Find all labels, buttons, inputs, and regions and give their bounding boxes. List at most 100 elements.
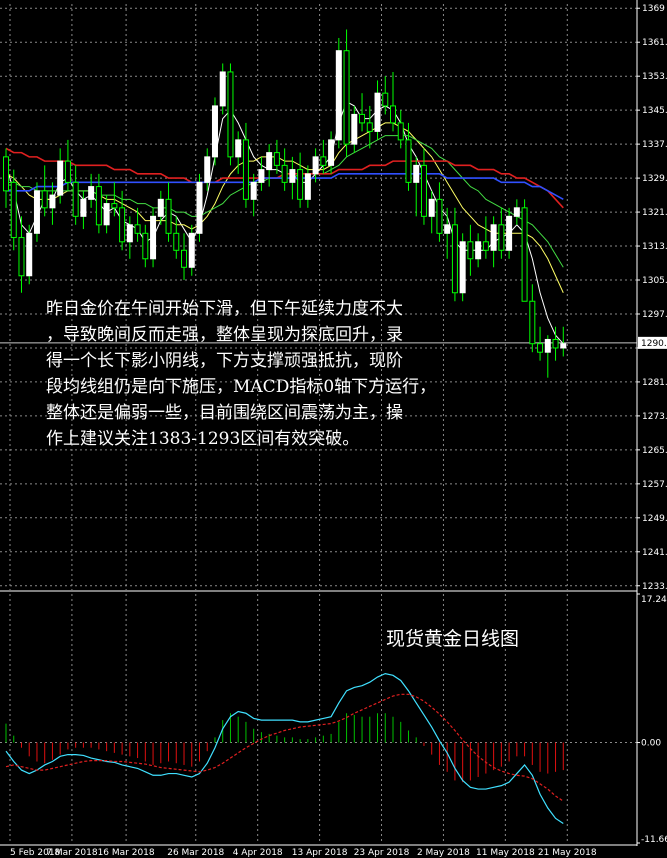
candle-body [64,160,71,183]
candle-body [157,198,164,217]
candle-body [436,198,443,234]
candle-body [165,198,172,234]
candle-body [467,241,474,260]
candle-body [289,169,296,183]
candle-body [250,181,257,200]
y-tick-label: 1369 [642,4,665,14]
candle-body [3,156,9,192]
comment-line: ，导致晚间反而走强，整体呈现为探底回升，录 [46,325,403,345]
x-tick-label: 21 May 2018 [538,848,597,858]
candle-body [382,92,389,107]
candle-body [513,207,520,217]
candle-body [490,224,497,251]
y-tick-label: 1305. [642,276,667,286]
candle-body [420,164,427,217]
candle-body [235,139,242,158]
candle-body [335,50,342,141]
y-tick-label: 1361. [642,38,667,48]
candle-body [498,224,505,251]
candle-body [242,139,249,200]
x-tick-label: 11 May 2018 [476,848,535,858]
candle-body [506,215,513,251]
candle-body [451,224,458,294]
y-tick-label: 1265. [642,446,667,456]
y-tick-label: 1297. [642,310,667,320]
macd-tick-label: 0.00 [641,739,661,749]
candle-body [103,203,110,226]
candle-body [10,181,17,239]
candle-body [304,173,311,200]
candle-body [49,194,56,209]
candle-body [459,241,466,294]
y-tick-label: 1273. [642,412,667,422]
comment-line: 整体还是偏弱一些，目前围绕区间震荡为主，操 [46,403,403,423]
candle-body [521,207,528,302]
candle-body [18,237,25,277]
candle-body [413,164,420,183]
candle-body [390,105,396,124]
candle-body [475,241,482,260]
candle-body [482,241,489,251]
candle-body [111,203,118,209]
candle-body [537,343,544,353]
candle-body [72,181,79,217]
candle-body [142,232,149,260]
macd-tick-label: 17.24 [641,595,667,605]
y-tick-label: 1345. [642,106,667,116]
candle-body [26,232,33,277]
candle-body [150,215,157,260]
candle-body [343,50,350,145]
macd-panel [0,672,637,825]
candle-body [320,156,327,166]
x-tick-label: 2 May 2018 [417,848,470,858]
candle-body [188,232,195,268]
y-tick-label: 1241. [642,548,667,558]
candle-body [281,164,288,183]
candle-body [366,122,373,132]
macd-line [5,672,564,825]
y-tick-label: 1321. [642,208,667,218]
candle-body [41,190,48,209]
x-tick-label: 13 Apr 2018 [292,848,348,858]
macd-title: 现货黄金日线图 [386,628,520,650]
analysis-comment: 昨日金价在午间开始下滑，但下午延续力度不大 ，导致晚间反而走强，整体呈现为探底回… [46,296,506,452]
candle-body [173,232,180,251]
signal-line [5,693,564,802]
candle-body [196,181,203,234]
candle-body [126,224,133,243]
comment-line: 昨日金价在午间开始下滑，但下午延续力度不大 [46,299,403,319]
candle-body [529,300,536,345]
candle-body [95,186,102,226]
candle-body [119,207,126,243]
candle-body [405,139,412,183]
y-tick-label: 1329. [642,174,667,184]
candle-body [544,338,551,353]
x-tick-label: 23 Apr 2018 [354,848,410,858]
candle-body [560,343,567,349]
comment-line: 作上建议关注1383-1293区间有效突破。 [46,429,360,449]
candle-body [181,249,188,268]
comment-line: 段均线组仍是向下施压，MACD指标0轴下方运行， [46,377,437,397]
x-tick-label: 7 Mar 2018 [46,848,98,858]
candle-body [312,156,319,175]
macd-tick-label: -11.66 [641,835,667,845]
y-tick-label: 1249. [642,514,667,524]
y-tick-label: 1233. [642,582,667,592]
candle-body [204,156,211,183]
candle-body [444,224,451,234]
y-tick-label: 1337. [642,140,667,150]
candle-body [273,152,280,166]
x-tick-label: 26 Mar 2018 [167,848,224,858]
x-tick-label: 16 Mar 2018 [98,848,155,858]
candle-body [266,152,273,171]
candle-body [328,139,335,166]
candle-body [57,160,64,196]
candle-body [397,122,404,141]
candle-body [351,113,358,145]
candle-body [134,224,141,234]
y-tick-label: 1313. [642,242,667,252]
comment-line: 得一个长下影小阴线，下方支撑顽强抵抗，现阶 [46,351,403,371]
candle-body [33,190,40,234]
y-tick-label: 1281. [642,378,667,388]
candle-body [227,71,234,158]
